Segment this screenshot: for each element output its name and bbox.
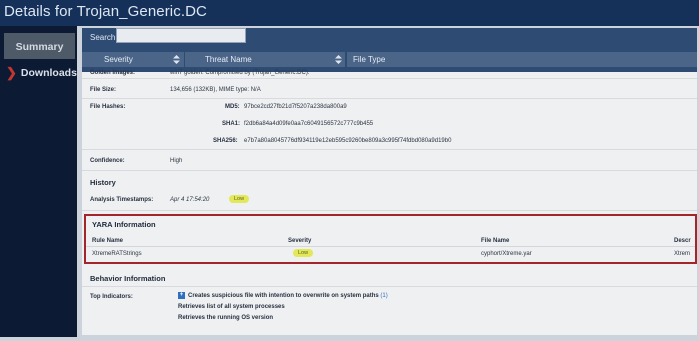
file-hashes-label: File Hashes:	[90, 104, 126, 110]
yara-description: Xtrem	[674, 251, 691, 257]
detail-row-confidence: Confidence: High	[82, 151, 697, 171]
yara-file-name: cyphort/Xtreme.yar	[481, 251, 532, 257]
severity-badge: Low	[229, 195, 250, 203]
indicator-text: Creates suspicious file with intention t…	[188, 293, 379, 300]
analysis-timestamps-label: Analysis Timestamps:	[90, 197, 154, 203]
table-toolbar: Search: Severity Threat Name File Type	[82, 28, 697, 72]
window-title: Details for Trojan_Generic.DC	[4, 3, 207, 20]
column-header-threat-name[interactable]: Threat Name	[185, 52, 345, 67]
title-bar: Details for Trojan_Generic.DC	[0, 0, 699, 26]
yara-column-rule-name: Rule Name	[92, 238, 124, 244]
main-content: Search: Severity Threat Name File Type G…	[82, 28, 697, 335]
yara-column-description: Descr	[674, 238, 691, 244]
severity-badge: Low	[293, 249, 314, 257]
yara-heading: YARA Information	[92, 220, 156, 229]
indicator-item[interactable]: + Creates suspicious file with intention …	[178, 292, 388, 299]
hash-sha1-label: SHA1:	[222, 121, 241, 127]
indicator-text: Retrieves the running OS version	[178, 315, 274, 321]
yara-information-section: YARA Information Rule Name Severity File…	[84, 214, 697, 264]
detail-row-golden-images: Golden Images: win7 golden: Compromised …	[82, 67, 697, 79]
sidebar-item-label: Summary	[15, 40, 64, 53]
indicator-count: (1)	[380, 293, 388, 300]
hash-sha1-value: f2db6a84a4d09fe0aa7c6049156572c777c9b455	[244, 121, 374, 127]
column-header-label: Severity	[104, 55, 133, 64]
history-row: Analysis Timestamps: Apr 4 17:54:20 Low	[82, 191, 697, 211]
sidebar-item-downloads[interactable]: ❯ Downloads	[4, 59, 77, 86]
hash-sha256-value: e7b7a80a8045776df934119e12eb595c9260be80…	[244, 138, 452, 144]
column-header-severity[interactable]: Severity	[82, 52, 184, 67]
golden-images-value: win7 golden: Compromised by (Trojan_Gene…	[170, 70, 310, 76]
sidebar-item-label: Downloads	[20, 66, 77, 79]
yara-column-severity: Severity	[288, 238, 312, 244]
top-indicators-label: Top Indicators:	[90, 294, 133, 300]
column-header-label: File Type	[353, 55, 386, 64]
file-size-label: File Size:	[90, 87, 117, 93]
golden-images-label: Golden Images:	[90, 70, 136, 76]
hash-md5-label: MD5:	[225, 104, 240, 110]
details-window: Details for Trojan_Generic.DC Summary ❯ …	[0, 0, 699, 341]
search-label: Search:	[90, 33, 118, 42]
plus-icon[interactable]: +	[178, 292, 185, 299]
column-header-label: Threat Name	[205, 55, 252, 64]
sort-icon	[335, 55, 342, 64]
bottom-border	[0, 337, 699, 341]
detail-row-file-size: File Size: 134,656 (132KB), MIME type: N…	[82, 80, 697, 99]
yara-table-header: Rule Name Severity File Name Descr	[86, 234, 695, 247]
yara-column-file-name: File Name	[481, 238, 510, 244]
history-heading: History	[90, 178, 116, 187]
sidebar-item-summary[interactable]: Summary	[4, 33, 75, 60]
yara-rule-name: XtremeRATStrings	[92, 251, 142, 257]
column-header-file-type[interactable]: File Type	[347, 52, 697, 67]
confidence-label: Confidence:	[90, 158, 125, 164]
hash-sha256-label: SHA256:	[213, 138, 238, 144]
table-row[interactable]: XtremeRATStrings Low cyphort/Xtreme.yar …	[86, 248, 695, 261]
confidence-value: High	[170, 158, 183, 164]
analysis-timestamp-value: Apr 4 17:54:20	[170, 197, 210, 203]
chevron-right-icon: ❯	[6, 64, 17, 80]
behavior-indicators-row: Top Indicators: + Creates suspicious file…	[82, 286, 697, 332]
file-size-value: 134,656 (132KB), MIME type: N/A	[170, 87, 261, 93]
indicator-text: Retrieves list of all system processes	[178, 304, 285, 310]
search-input[interactable]	[116, 28, 246, 43]
detail-row-file-hashes: File Hashes: MD5: 97bce2cd27fb21d7f5207a…	[82, 100, 697, 150]
hash-md5-value: 97bce2cd27fb21d7f5207a238da800a9	[244, 104, 347, 110]
behavior-heading: Behavior Information	[90, 274, 166, 283]
sidebar: Summary ❯ Downloads	[0, 26, 77, 337]
sort-icon	[173, 55, 180, 64]
